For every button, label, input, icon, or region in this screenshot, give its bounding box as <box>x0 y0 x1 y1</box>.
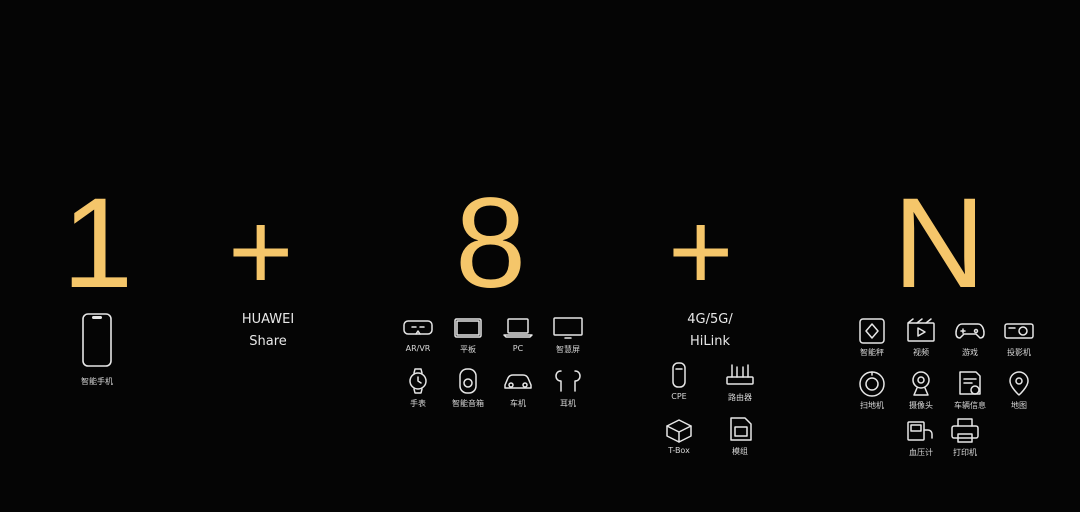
device-label: 投影机 <box>1007 348 1031 357</box>
tbox-icon <box>663 415 695 443</box>
earbuds-icon <box>552 367 584 395</box>
scale-icon <box>856 316 888 344</box>
blood-pressure-icon <box>905 416 937 444</box>
car-icon <box>502 367 534 395</box>
device-label: 模组 <box>732 447 748 456</box>
tablet-icon <box>452 313 484 341</box>
device-label: 打印机 <box>953 448 977 457</box>
cpe-icon <box>663 361 695 389</box>
video-icon <box>905 316 937 344</box>
speaker-icon <box>452 367 484 395</box>
huawei-share-label: HUAWEI Share <box>218 309 318 353</box>
robot-vacuum-icon <box>856 369 888 397</box>
plus-sign-1: + <box>228 189 294 314</box>
connect-line1: 4G/5G/ <box>687 312 733 327</box>
digit-one: 1 <box>62 172 134 315</box>
device-label: 智慧屏 <box>556 345 580 354</box>
plus-sign-2: + <box>668 189 734 314</box>
camera-icon <box>905 369 937 397</box>
watch-icon <box>402 367 434 395</box>
device-label: T-Box <box>668 446 690 455</box>
vehicle-info-icon <box>954 369 986 397</box>
share-line2: Share <box>249 334 287 349</box>
entry-label: 智能手机 <box>81 377 113 386</box>
share-line1: HUAWEI <box>241 312 295 327</box>
device-label: 地图 <box>1011 401 1027 410</box>
tv-icon <box>552 313 584 341</box>
device-label: 耳机 <box>560 399 576 408</box>
letter-n: N <box>893 172 986 315</box>
smartphone-icon <box>80 312 114 368</box>
router-icon <box>724 361 756 389</box>
laptop-icon <box>502 313 534 341</box>
connect-label: 4G/5G/ HiLink <box>655 309 765 353</box>
gamepad-icon <box>954 316 986 344</box>
vr-glasses-icon <box>402 313 434 341</box>
printer-icon <box>949 416 981 444</box>
projector-icon <box>1003 316 1035 344</box>
connect-line2: HiLink <box>689 334 730 349</box>
map-pin-icon <box>1003 369 1035 397</box>
sim-module-icon <box>724 415 756 443</box>
device-label: CPE <box>671 392 687 401</box>
device-label: 路由器 <box>728 393 752 402</box>
digit-eight: 8 <box>455 172 527 315</box>
